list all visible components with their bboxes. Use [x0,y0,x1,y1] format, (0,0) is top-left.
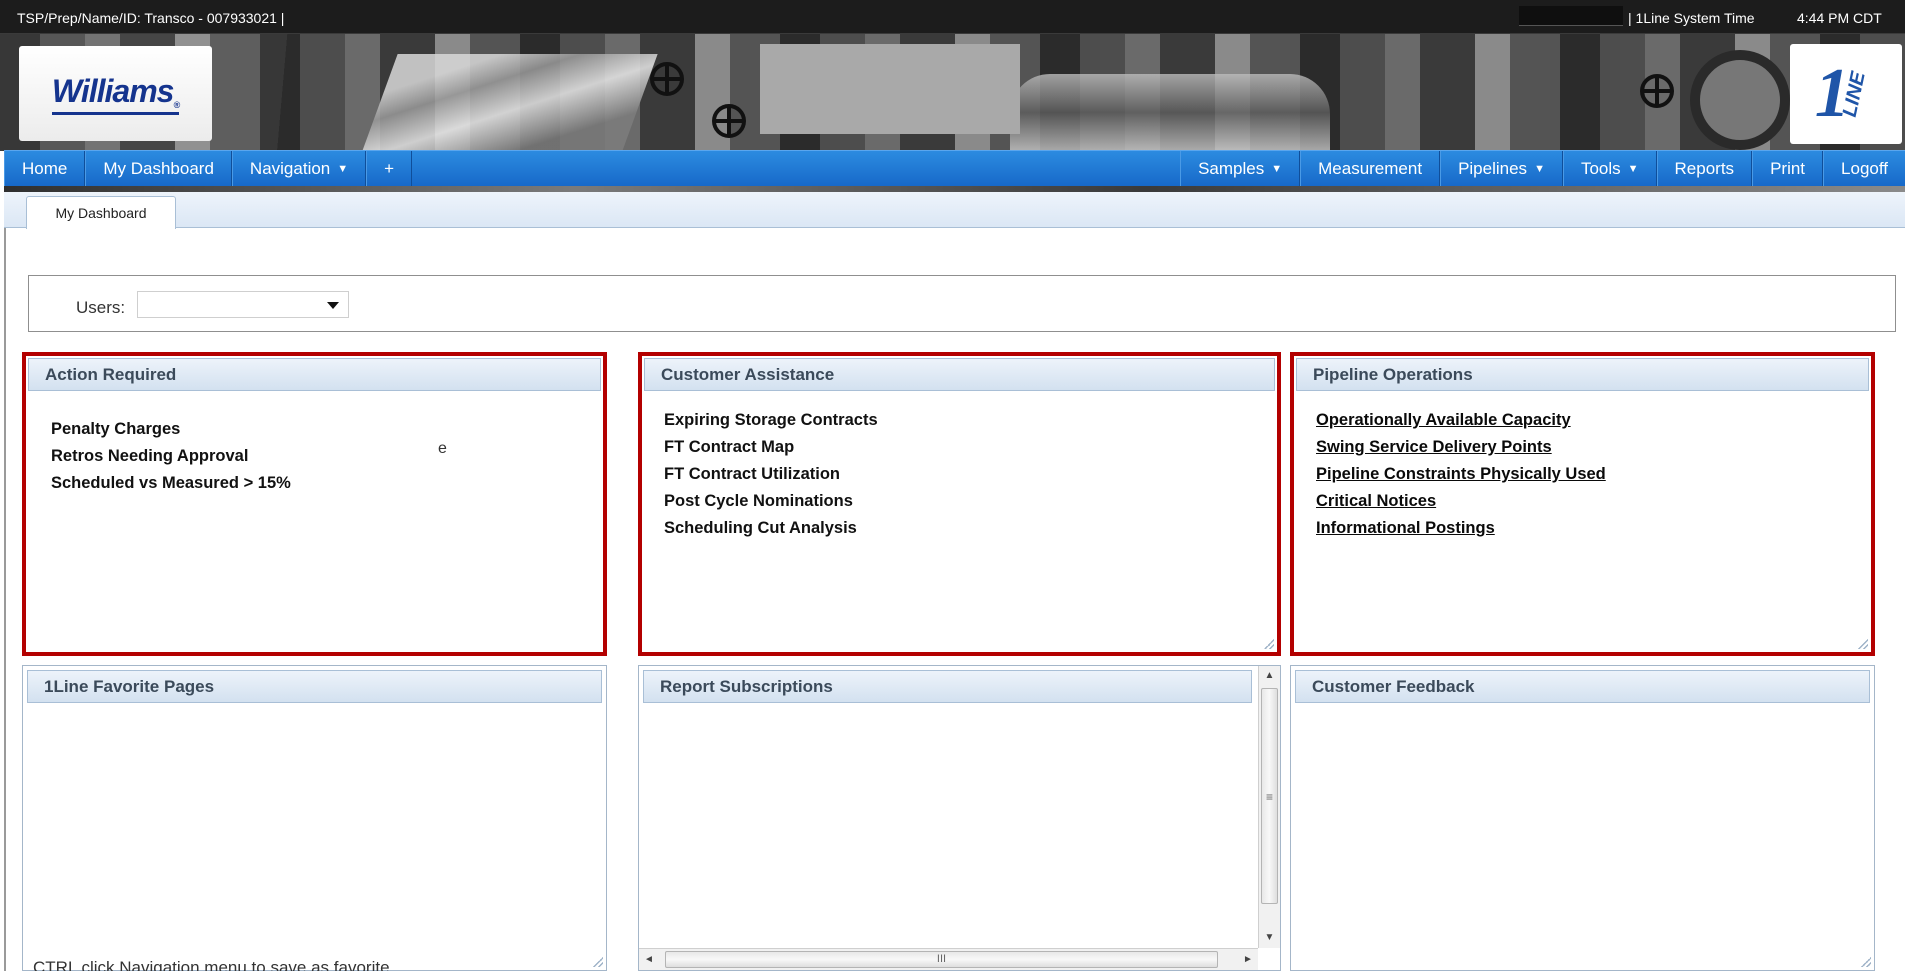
list-item[interactable]: Critical Notices [1316,488,1606,515]
list-item[interactable]: Informational Postings [1316,515,1606,542]
favorites-hint: CTRL click Navigation menu to save as fa… [33,958,395,971]
chevron-down-icon: ▼ [337,162,349,175]
customer-assistance-panel: Customer Assistance Expiring Storage Con… [638,352,1281,656]
nav-samples[interactable]: Samples ▼ [1180,151,1301,186]
scroll-down-icon[interactable]: ▼ [1259,928,1280,948]
users-filter-panel: Users: [28,275,1896,332]
system-time-label: | 1Line System Time [1628,10,1755,26]
tsp-info: TSP/Prep/Name/ID: Transco - 007933021 | [17,10,285,26]
list-item[interactable]: Post Cycle Nominations [664,488,878,515]
report-subscriptions-panel: Report Subscriptions ▲ ≡ ▼ ◄ III ► [638,665,1281,971]
redacted-block [760,44,1020,134]
resize-grip-icon[interactable] [1861,957,1871,967]
nav-reports[interactable]: Reports [1656,151,1753,186]
williams-logo[interactable]: Williams® [19,46,212,141]
chevron-down-icon: ▼ [1627,162,1639,175]
users-label: Users: [76,298,126,317]
users-dropdown[interactable] [137,291,349,318]
vertical-scroll-thumb[interactable]: ≡ [1261,688,1278,904]
tab-bar: My Dashboard [4,192,1905,229]
nav-navigation[interactable]: Navigation ▼ [231,151,367,186]
chevron-down-icon: ▼ [1534,162,1545,175]
nav-print[interactable]: Print [1752,151,1824,186]
list-item[interactable]: Penalty Charges [51,416,291,443]
valve-wheel-icon [712,104,746,138]
list-item[interactable]: Pipeline Constraints Physically Used [1316,461,1606,488]
list-item[interactable]: Swing Service Delivery Points [1316,434,1606,461]
nav-add[interactable]: + [366,151,413,186]
nav-my-dashboard[interactable]: My Dashboard [85,151,232,186]
link-swing-service-delivery-points[interactable]: Swing Service Delivery Points [1316,438,1552,456]
favorite-pages-panel: 1Line Favorite Pages CTRL click Navigati… [22,665,607,971]
nav-measurement[interactable]: Measurement [1300,151,1441,186]
header-banner: Williams® 1 LINE [0,34,1905,151]
top-info-bar: TSP/Prep/Name/ID: Transco - 007933021 | … [0,0,1905,34]
panel-title: 1Line Favorite Pages [27,670,602,703]
panel-title: Customer Feedback [1295,670,1870,703]
panel-title: Action Required [28,358,601,391]
link-operationally-available-capacity[interactable]: Operationally Available Capacity [1316,411,1571,429]
list-item[interactable]: FT Contract Map [664,434,878,461]
list-item[interactable]: Operationally Available Capacity [1316,407,1606,434]
main-nav-bar: Home My Dashboard Navigation ▼ + Samples ▼… [4,150,1905,186]
panel-title: Report Subscriptions [643,670,1252,703]
user-info-box [1519,6,1623,26]
scroll-up-icon[interactable]: ▲ [1259,666,1280,686]
panel-title: Customer Assistance [644,358,1275,391]
banner-pipes-image-2 [1010,74,1330,151]
list-item[interactable]: FT Contract Utilization [664,461,878,488]
list-item[interactable]: Retros Needing Approval [51,443,291,470]
link-informational-postings[interactable]: Informational Postings [1316,519,1495,537]
pipeline-operations-panel: Pipeline Operations Operationally Availa… [1290,352,1875,656]
action-required-panel: Action Required Penalty Charges Retros N… [22,352,607,656]
banner-pipes-image [362,54,658,151]
vertical-scrollbar[interactable]: ▲ ≡ ▼ [1258,666,1280,948]
horizontal-scroll-thumb[interactable]: III [665,951,1218,968]
action-required-list: Penalty Charges Retros Needing Approval … [51,416,291,497]
link-critical-notices[interactable]: Critical Notices [1316,492,1436,510]
panel-title: Pipeline Operations [1296,358,1869,391]
list-item[interactable]: Expiring Storage Contracts [664,407,878,434]
scroll-left-icon[interactable]: ◄ [639,949,659,970]
link-pipeline-constraints[interactable]: Pipeline Constraints Physically Used [1316,465,1606,483]
nav-home[interactable]: Home [4,151,86,186]
valve-wheel-icon [650,62,684,96]
chevron-down-icon[interactable] [327,302,339,309]
chevron-down-icon: ▼ [1271,162,1283,175]
oneline-logo[interactable]: 1 LINE [1790,44,1902,144]
resize-grip-icon[interactable] [1858,639,1868,649]
nav-logoff[interactable]: Logoff [1823,151,1905,186]
resize-grip-icon[interactable] [1264,639,1274,649]
customer-assistance-list: Expiring Storage Contracts FT Contract M… [664,407,878,542]
list-item[interactable]: Scheduling Cut Analysis [664,515,878,542]
pipeline-operations-list: Operationally Available Capacity Swing S… [1316,407,1606,542]
system-time-value: 4:44 PM CDT [1797,10,1882,26]
nav-tools[interactable]: Tools ▼ [1562,151,1657,186]
customer-feedback-panel: Customer Feedback [1290,665,1875,971]
left-border [4,228,6,971]
stray-text: e [438,440,447,457]
list-item[interactable]: Scheduled vs Measured > 15% [51,470,291,497]
nav-pipelines[interactable]: Pipelines ▼ [1440,151,1563,186]
horizontal-scrollbar[interactable]: ◄ III ► [639,948,1258,970]
resize-grip-icon[interactable] [593,957,603,967]
valve-wheel-icon [1640,74,1674,108]
tab-my-dashboard[interactable]: My Dashboard [26,196,176,229]
scroll-right-icon[interactable]: ► [1238,949,1258,970]
gauge-image [1690,50,1790,150]
